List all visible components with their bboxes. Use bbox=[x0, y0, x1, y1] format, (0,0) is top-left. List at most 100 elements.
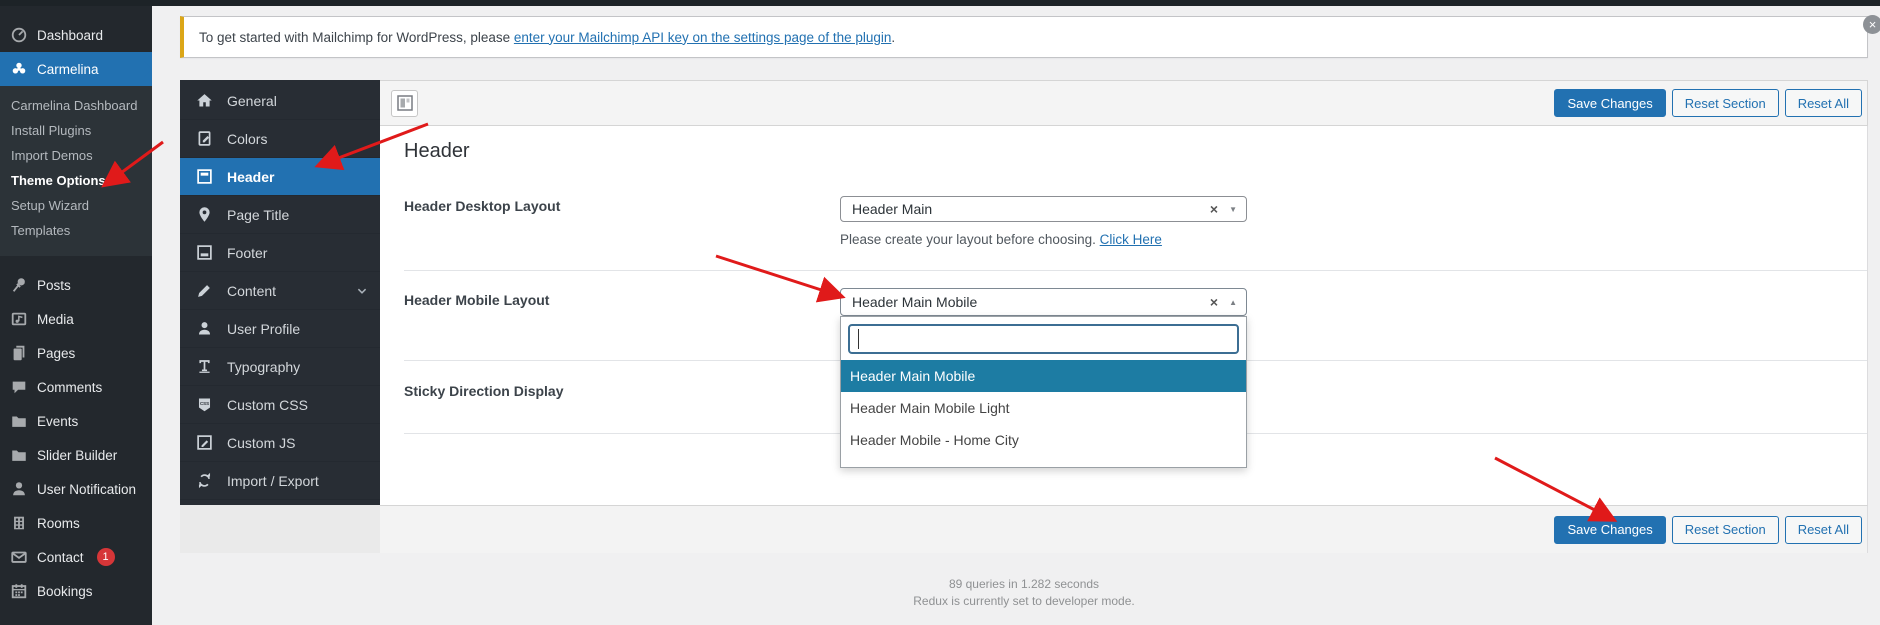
header-desktop-layout-select[interactable]: Header Main × ▼ bbox=[840, 196, 1247, 222]
options-menu-item-header[interactable]: Header bbox=[180, 158, 380, 196]
sidebar-item-label: Rooms bbox=[37, 516, 80, 531]
select2-search-input[interactable] bbox=[859, 329, 1237, 349]
notice-text: To get started with Mailchimp for WordPr… bbox=[199, 30, 895, 45]
options-menu-label: Custom CSS bbox=[227, 397, 308, 413]
clear-selection-icon[interactable]: × bbox=[1210, 201, 1218, 217]
options-top-bar: Save Changes Reset Section Reset All bbox=[380, 80, 1868, 126]
top-bar-buttons: Save Changes Reset Section Reset All bbox=[1554, 89, 1867, 117]
save-changes-button[interactable]: Save Changes bbox=[1554, 89, 1665, 117]
sidebar-subitem-theme-options[interactable]: Theme Options bbox=[0, 168, 152, 193]
reset-section-button[interactable]: Reset Section bbox=[1672, 89, 1779, 117]
user-icon bbox=[9, 479, 29, 499]
sidebar-subitem-setup-wizard[interactable]: Setup Wizard bbox=[0, 193, 152, 218]
sidebar-item-comments[interactable]: Comments bbox=[0, 370, 152, 404]
expand-layout-icon bbox=[397, 95, 413, 111]
comment-icon bbox=[9, 377, 29, 397]
sidebar-item-media[interactable]: Media bbox=[0, 302, 152, 336]
reset-all-button[interactable]: Reset All bbox=[1785, 89, 1862, 117]
header-mobile-layout-select[interactable]: Header Main Mobile × ▲ bbox=[840, 288, 1247, 316]
sidebar-item-label: Bookings bbox=[37, 584, 93, 599]
developer-mode-note: Redux is currently set to developer mode… bbox=[180, 593, 1868, 610]
notice-api-key-link[interactable]: enter your Mailchimp API key on the sett… bbox=[514, 30, 891, 45]
sidebar-main-list: Posts Media Pages Comments Events bbox=[0, 268, 152, 608]
options-menu-item-content[interactable]: Content bbox=[180, 272, 380, 310]
row-divider bbox=[404, 270, 1867, 271]
colors-page-icon bbox=[195, 130, 213, 148]
sidebar-item-user-notification[interactable]: User Notification bbox=[0, 472, 152, 506]
sidebar-item-bookings[interactable]: Bookings bbox=[0, 574, 152, 608]
reset-all-button-bottom[interactable]: Reset All bbox=[1785, 516, 1862, 544]
dropdown-option-header-main-mobile[interactable]: Header Main Mobile bbox=[841, 360, 1246, 392]
building-icon bbox=[9, 513, 29, 533]
sidebar-item-carmelina[interactable]: Carmelina bbox=[0, 52, 152, 86]
sidebar-subitem-carmelina-dashboard[interactable]: Carmelina Dashboard bbox=[0, 93, 152, 118]
options-menu-item-footer[interactable]: Footer bbox=[180, 234, 380, 272]
sidebar-item-pages[interactable]: Pages bbox=[0, 336, 152, 370]
sidebar-item-dashboard[interactable]: Dashboard bbox=[0, 18, 152, 52]
expand-options-button[interactable] bbox=[391, 90, 418, 117]
options-menu-footer-spacer bbox=[180, 505, 380, 553]
select2-search-box[interactable] bbox=[848, 324, 1239, 354]
options-menu-label: General bbox=[227, 93, 277, 109]
close-icon[interactable]: × bbox=[1863, 15, 1880, 34]
active-item-notch bbox=[144, 61, 160, 77]
click-here-link[interactable]: Click Here bbox=[1100, 232, 1162, 247]
media-icon bbox=[9, 309, 29, 329]
edit-box-icon bbox=[195, 434, 213, 452]
import-export-icon bbox=[195, 472, 213, 490]
sidebar-item-posts[interactable]: Posts bbox=[0, 268, 152, 302]
theme-options-menu: General Colors Header Page Title Footer … bbox=[180, 80, 380, 505]
pencil-icon bbox=[195, 282, 213, 300]
options-menu-item-custom-js[interactable]: Custom JS bbox=[180, 424, 380, 462]
sidebar-item-slider-builder[interactable]: Slider Builder bbox=[0, 438, 152, 472]
reset-section-button-bottom[interactable]: Reset Section bbox=[1672, 516, 1779, 544]
options-menu-item-user-profile[interactable]: User Profile bbox=[180, 310, 380, 348]
options-menu-label: Header bbox=[227, 169, 274, 185]
save-changes-button-bottom[interactable]: Save Changes bbox=[1554, 516, 1665, 544]
options-menu-label: Colors bbox=[227, 131, 267, 147]
notice-text-prefix: To get started with Mailchimp for WordPr… bbox=[199, 30, 514, 45]
folder-icon bbox=[9, 411, 29, 431]
pages-icon bbox=[9, 343, 29, 363]
pin-icon bbox=[9, 275, 29, 295]
sidebar-item-label: Carmelina bbox=[37, 62, 99, 77]
map-pin-icon bbox=[195, 206, 213, 224]
options-menu-label: Page Title bbox=[227, 207, 289, 223]
user-icon bbox=[195, 320, 213, 338]
sidebar-subitem-install-plugins[interactable]: Install Plugins bbox=[0, 118, 152, 143]
dropdown-option-header-mobile-home-city[interactable]: Header Mobile - Home City bbox=[841, 424, 1246, 456]
options-menu-label: Typography bbox=[227, 359, 300, 375]
clear-selection-icon[interactable]: × bbox=[1210, 294, 1218, 310]
envelope-icon bbox=[9, 547, 29, 567]
select2-options-list: Header Main Mobile Header Main Mobile Li… bbox=[841, 360, 1246, 456]
sidebar-subitem-templates[interactable]: Templates bbox=[0, 218, 152, 243]
header-layout-icon bbox=[195, 168, 213, 186]
sidebar-item-label: Events bbox=[37, 414, 78, 429]
options-menu-label: Import / Export bbox=[227, 473, 319, 489]
dashboard-icon bbox=[9, 25, 29, 45]
field-label-sticky-direction-display: Sticky Direction Display bbox=[404, 383, 564, 399]
sidebar-item-label: Dashboard bbox=[37, 28, 103, 43]
svg-text:CSS: CSS bbox=[199, 401, 208, 406]
options-menu-item-import-export[interactable]: Import / Export bbox=[180, 462, 380, 500]
query-stats: 89 queries in 1.282 seconds bbox=[180, 576, 1868, 593]
options-section-content: Header Header Desktop Layout Header Main… bbox=[380, 126, 1868, 505]
sidebar-item-label: Comments bbox=[37, 380, 102, 395]
options-menu-label: Custom JS bbox=[227, 435, 295, 451]
options-menu-item-general[interactable]: General bbox=[180, 82, 380, 120]
sidebar-item-label: Posts bbox=[37, 278, 71, 293]
options-menu-item-custom-css[interactable]: CSS Custom CSS bbox=[180, 386, 380, 424]
options-menu-item-colors[interactable]: Colors bbox=[180, 120, 380, 158]
sidebar-item-rooms[interactable]: Rooms bbox=[0, 506, 152, 540]
options-menu-item-page-title[interactable]: Page Title bbox=[180, 196, 380, 234]
folder-icon bbox=[9, 445, 29, 465]
dropdown-option-header-main-mobile-light[interactable]: Header Main Mobile Light bbox=[841, 392, 1246, 424]
caret-up-icon: ▲ bbox=[1229, 298, 1237, 307]
sidebar-item-contact[interactable]: Contact 1 bbox=[0, 540, 152, 574]
sidebar-subitem-import-demos[interactable]: Import Demos bbox=[0, 143, 152, 168]
carmelina-submenu: Carmelina Dashboard Install Plugins Impo… bbox=[0, 86, 152, 256]
options-bottom-bar: Save Changes Reset Section Reset All bbox=[380, 505, 1868, 553]
sidebar-item-events[interactable]: Events bbox=[0, 404, 152, 438]
options-menu-item-typography[interactable]: Typography bbox=[180, 348, 380, 386]
field-label-header-desktop-layout: Header Desktop Layout bbox=[404, 198, 560, 214]
